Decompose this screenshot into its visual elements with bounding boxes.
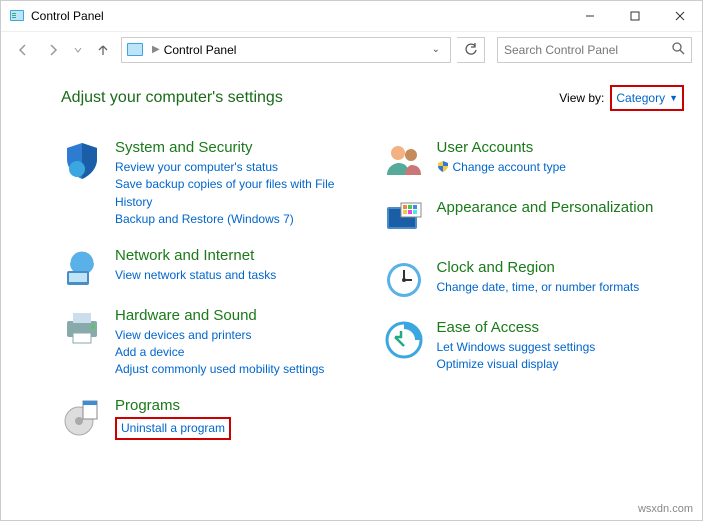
- category-link[interactable]: View devices and printers: [115, 327, 363, 344]
- address-dropdown-icon[interactable]: ⌄: [426, 44, 446, 55]
- category-hardware-sound: Hardware and Sound View devices and prin…: [61, 307, 363, 379]
- category-link[interactable]: Add a device: [115, 344, 363, 361]
- navbar: ▶ Control Panel ⌄ Search Control Panel: [1, 31, 702, 67]
- category-programs: Programs Uninstall a program: [61, 397, 363, 440]
- category-network-internet: Network and Internet View network status…: [61, 247, 363, 289]
- address-icon: [126, 41, 144, 59]
- category-appearance: Appearance and Personalization: [383, 199, 685, 241]
- watermark: wsxdn.com: [638, 503, 693, 515]
- ease-of-access-icon: [383, 319, 425, 361]
- category-title[interactable]: Clock and Region: [437, 259, 685, 277]
- category-title[interactable]: Network and Internet: [115, 247, 363, 265]
- category-system-security: System and Security Review your computer…: [61, 139, 363, 229]
- window-controls: [567, 1, 702, 31]
- refresh-button[interactable]: [457, 37, 485, 63]
- breadcrumb-current[interactable]: Control Panel: [164, 43, 237, 57]
- search-input[interactable]: Search Control Panel: [497, 37, 692, 63]
- maximize-button[interactable]: [612, 1, 657, 31]
- category-link[interactable]: Adjust commonly used mobility settings: [115, 361, 363, 378]
- category-title[interactable]: System and Security: [115, 139, 363, 157]
- category-link[interactable]: View network status and tasks: [115, 267, 363, 284]
- back-button[interactable]: [11, 38, 35, 62]
- minimize-button[interactable]: [567, 1, 612, 31]
- chevron-down-icon: ▼: [669, 93, 678, 103]
- uninstall-program-link[interactable]: Uninstall a program: [121, 421, 225, 435]
- category-link[interactable]: Review your computer's status: [115, 159, 363, 176]
- category-link[interactable]: Let Windows suggest settings: [437, 339, 685, 356]
- titlebar: Control Panel: [1, 1, 702, 31]
- viewby-dropdown[interactable]: Category ▼: [616, 91, 678, 105]
- search-icon: [671, 41, 685, 58]
- window-title: Control Panel: [31, 9, 567, 23]
- up-button[interactable]: [91, 38, 115, 62]
- category-link[interactable]: Change account type: [453, 159, 566, 176]
- search-placeholder: Search Control Panel: [504, 43, 671, 57]
- category-user-accounts: User Accounts Change account type: [383, 139, 685, 181]
- close-button[interactable]: [657, 1, 702, 31]
- viewby-label: View by:: [559, 91, 604, 105]
- category-title[interactable]: Appearance and Personalization: [437, 199, 685, 217]
- category-link[interactable]: Save backup copies of your files with Fi…: [115, 176, 363, 211]
- page-heading: Adjust your computer's settings: [61, 89, 559, 107]
- appearance-icon: [383, 199, 425, 241]
- category-title[interactable]: Ease of Access: [437, 319, 685, 337]
- viewby-highlight: Category ▼: [610, 85, 684, 111]
- breadcrumb-chevron-icon: ▶: [152, 44, 160, 55]
- recent-dropdown[interactable]: [71, 46, 85, 54]
- category-link[interactable]: Change date, time, or number formats: [437, 279, 685, 296]
- uninstall-highlight: Uninstall a program: [115, 417, 231, 440]
- network-icon: [61, 247, 103, 289]
- right-column: User Accounts Change account type Appear…: [383, 139, 685, 458]
- category-link[interactable]: Optimize visual display: [437, 356, 685, 373]
- clock-icon: [383, 259, 425, 301]
- uac-shield-icon: [437, 160, 449, 175]
- category-clock-region: Clock and Region Change date, time, or n…: [383, 259, 685, 301]
- category-title[interactable]: User Accounts: [437, 139, 685, 157]
- address-bar[interactable]: ▶ Control Panel ⌄: [121, 37, 451, 63]
- category-ease-of-access: Ease of Access Let Windows suggest setti…: [383, 319, 685, 374]
- users-icon: [383, 139, 425, 181]
- header-row: Adjust your computer's settings View by:…: [61, 85, 684, 111]
- category-title[interactable]: Programs: [115, 397, 363, 415]
- category-link[interactable]: Backup and Restore (Windows 7): [115, 211, 363, 228]
- shield-icon: [61, 139, 103, 181]
- content-area: Adjust your computer's settings View by:…: [1, 67, 702, 468]
- forward-button[interactable]: [41, 38, 65, 62]
- viewby-value: Category: [616, 91, 665, 105]
- control-panel-icon: [9, 8, 25, 24]
- printer-icon: [61, 307, 103, 349]
- left-column: System and Security Review your computer…: [61, 139, 363, 458]
- category-title[interactable]: Hardware and Sound: [115, 307, 363, 325]
- programs-icon: [61, 397, 103, 439]
